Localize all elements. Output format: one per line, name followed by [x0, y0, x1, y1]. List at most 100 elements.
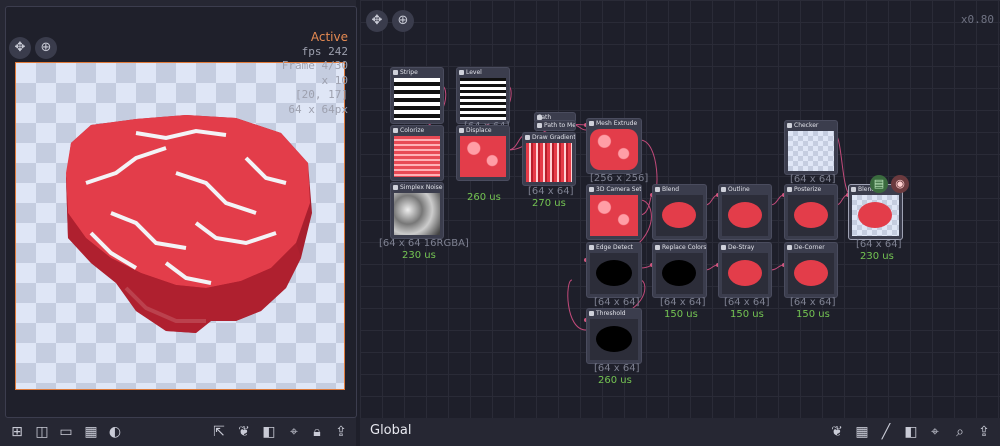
node-time: 230 us	[860, 251, 894, 262]
node-time: 150 us	[796, 309, 830, 320]
node-thumbnail	[722, 195, 768, 236]
node-size: [64 x 64]	[790, 174, 836, 185]
node-time: 260 us	[598, 375, 632, 386]
node-de-stray[interactable]: De-Stray	[718, 242, 772, 298]
node-thumbnail	[394, 78, 440, 120]
node-posterize[interactable]: Posterize	[784, 184, 838, 240]
node-thumbnail	[656, 195, 703, 236]
node-size: [64 x 64]	[856, 239, 902, 250]
node-stripe[interactable]: Stripe	[390, 67, 444, 124]
status-label: Active	[310, 30, 348, 44]
node-title: Colorize	[391, 126, 443, 135]
search-icon[interactable]: ⌕	[951, 423, 969, 441]
node-size: [64 x 64]	[790, 297, 836, 308]
node-size: [64 x 64 16RGBA]	[379, 238, 469, 249]
graph-toolbar: Global ❦ ▦ ╱ ◧ ⌖ ⌕ ⇪	[360, 418, 1000, 446]
node-title: Mesh Extrude	[587, 119, 641, 128]
node-thumbnail	[852, 195, 899, 236]
node-title: De-Corner	[785, 243, 837, 252]
channel-icon[interactable]: ◧	[260, 423, 278, 441]
node-simplex-noise[interactable]: Simplex Noise	[390, 182, 444, 239]
lock-icon[interactable]: 🔒︎	[308, 423, 326, 441]
render-toggle-icon[interactable]: ◉	[891, 175, 909, 193]
node-time: 230 us	[402, 250, 436, 261]
crosshair-icon[interactable]: ⌖	[285, 423, 303, 441]
leaf-icon[interactable]: ❦	[235, 423, 253, 441]
node-title: Displace	[457, 126, 509, 135]
zoom-icon[interactable]: ⊕	[35, 37, 57, 59]
node-thumbnail	[788, 131, 834, 171]
node-thumbnail	[590, 129, 638, 170]
frame-label: Frame 4/30	[281, 59, 348, 72]
node-level[interactable]: Level	[456, 67, 510, 124]
node-thumbnail	[394, 193, 440, 235]
node-threshold[interactable]: Threshold	[586, 308, 642, 364]
fps-label: fps 242	[301, 44, 348, 58]
frame-icon[interactable]: ▭	[57, 423, 75, 441]
node-title: Path to Mesh	[535, 121, 575, 130]
node-title: Level	[457, 68, 509, 77]
node-de-corner[interactable]: De-Corner	[784, 242, 838, 298]
scale-label: x 10	[321, 73, 349, 87]
node-colorize[interactable]: Colorize	[390, 125, 444, 181]
node-thumbnail	[656, 253, 703, 294]
node-title: 3D Camera Set	[587, 185, 641, 194]
export-icon[interactable]: ⇱	[210, 423, 228, 441]
crosshair-icon[interactable]: ⌖	[926, 423, 944, 441]
node-size: [64 x 64]	[594, 297, 640, 308]
node-outline[interactable]: Outline	[718, 184, 772, 240]
node-size: [64 x 64]	[724, 297, 770, 308]
node-thumbnail	[460, 78, 506, 120]
node-title: Edge Detect	[587, 243, 641, 252]
add-icon[interactable]: ⊞	[8, 423, 26, 441]
node-displace[interactable]: Displace	[456, 125, 510, 181]
channel-icon[interactable]: ◧	[902, 423, 920, 441]
leaf-icon[interactable]: ❦	[828, 423, 846, 441]
node-title: Stripe	[391, 68, 443, 77]
node-thumbnail	[722, 253, 768, 294]
node-thumbnail	[788, 195, 834, 236]
node-size: [64 x 64]	[660, 297, 706, 308]
node-thumbnail	[590, 195, 638, 236]
share-icon[interactable]: ⇪	[332, 423, 350, 441]
node-graph[interactable]: ✥ ⊕ x0.80 Stripe Level [6	[360, 0, 1000, 418]
node-replace-colors[interactable]: Replace Colors	[652, 242, 707, 298]
node-time: 260 us	[467, 192, 501, 203]
preview-toggle-icon[interactable]: ▤	[870, 175, 888, 193]
node-size: [64 x 64]	[594, 363, 640, 374]
node-size: [256 x 256]	[590, 173, 649, 184]
node-time: 150 us	[664, 309, 698, 320]
line-icon[interactable]: ╱	[877, 423, 895, 441]
node-thumbnail	[590, 319, 638, 360]
node-time: 270 us	[532, 198, 566, 209]
tone-icon[interactable]: ◐	[106, 423, 124, 441]
preview-stats: Active fps 242 Frame 4/30 x 10 [20, 17] …	[282, 30, 348, 117]
node-mesh-extrude[interactable]: Mesh Extrude	[586, 118, 642, 174]
node-title: Simplex Noise	[391, 183, 443, 192]
share-icon[interactable]: ⇪	[975, 423, 993, 441]
node-title: Threshold	[587, 309, 641, 318]
node-draw-gradient[interactable]: Draw Gradient	[522, 132, 576, 186]
node-title: Replace Colors	[653, 243, 706, 252]
node-title: Checker	[785, 121, 837, 130]
node-thumbnail	[788, 253, 834, 294]
node-thumbnail	[526, 143, 572, 182]
grid-icon[interactable]: ▦	[82, 423, 100, 441]
preview-panel: ✥ ⊕ Active fps 242 Frame 4/30 x 10 [20, …	[0, 0, 357, 446]
node-title: Blend	[653, 185, 706, 194]
preview-toolbar: ⊞ ◫ ▭ ▦ ◐ ⇱ ❦ ◧ ⌖ 🔒︎ ⇪	[0, 418, 356, 446]
node-path-to-mesh[interactable]: Path to Mesh	[534, 120, 576, 131]
split-icon[interactable]: ◫	[33, 423, 51, 441]
node-title: De-Stray	[719, 243, 771, 252]
move-icon[interactable]: ✥	[9, 37, 31, 59]
node-thumbnail	[394, 136, 440, 177]
grid-icon[interactable]: ▦	[853, 423, 871, 441]
node-3d-camera-set[interactable]: 3D Camera Set	[586, 184, 642, 240]
node-size: [64 x 64]	[528, 186, 574, 197]
node-checker[interactable]: Checker	[784, 120, 838, 175]
node-title: Posterize	[785, 185, 837, 194]
size-label: 64 x 64px	[288, 102, 348, 116]
node-edge-detect[interactable]: Edge Detect	[586, 242, 642, 298]
node-title: Draw Gradient	[523, 133, 575, 142]
node-blend[interactable]: Blend	[652, 184, 707, 240]
